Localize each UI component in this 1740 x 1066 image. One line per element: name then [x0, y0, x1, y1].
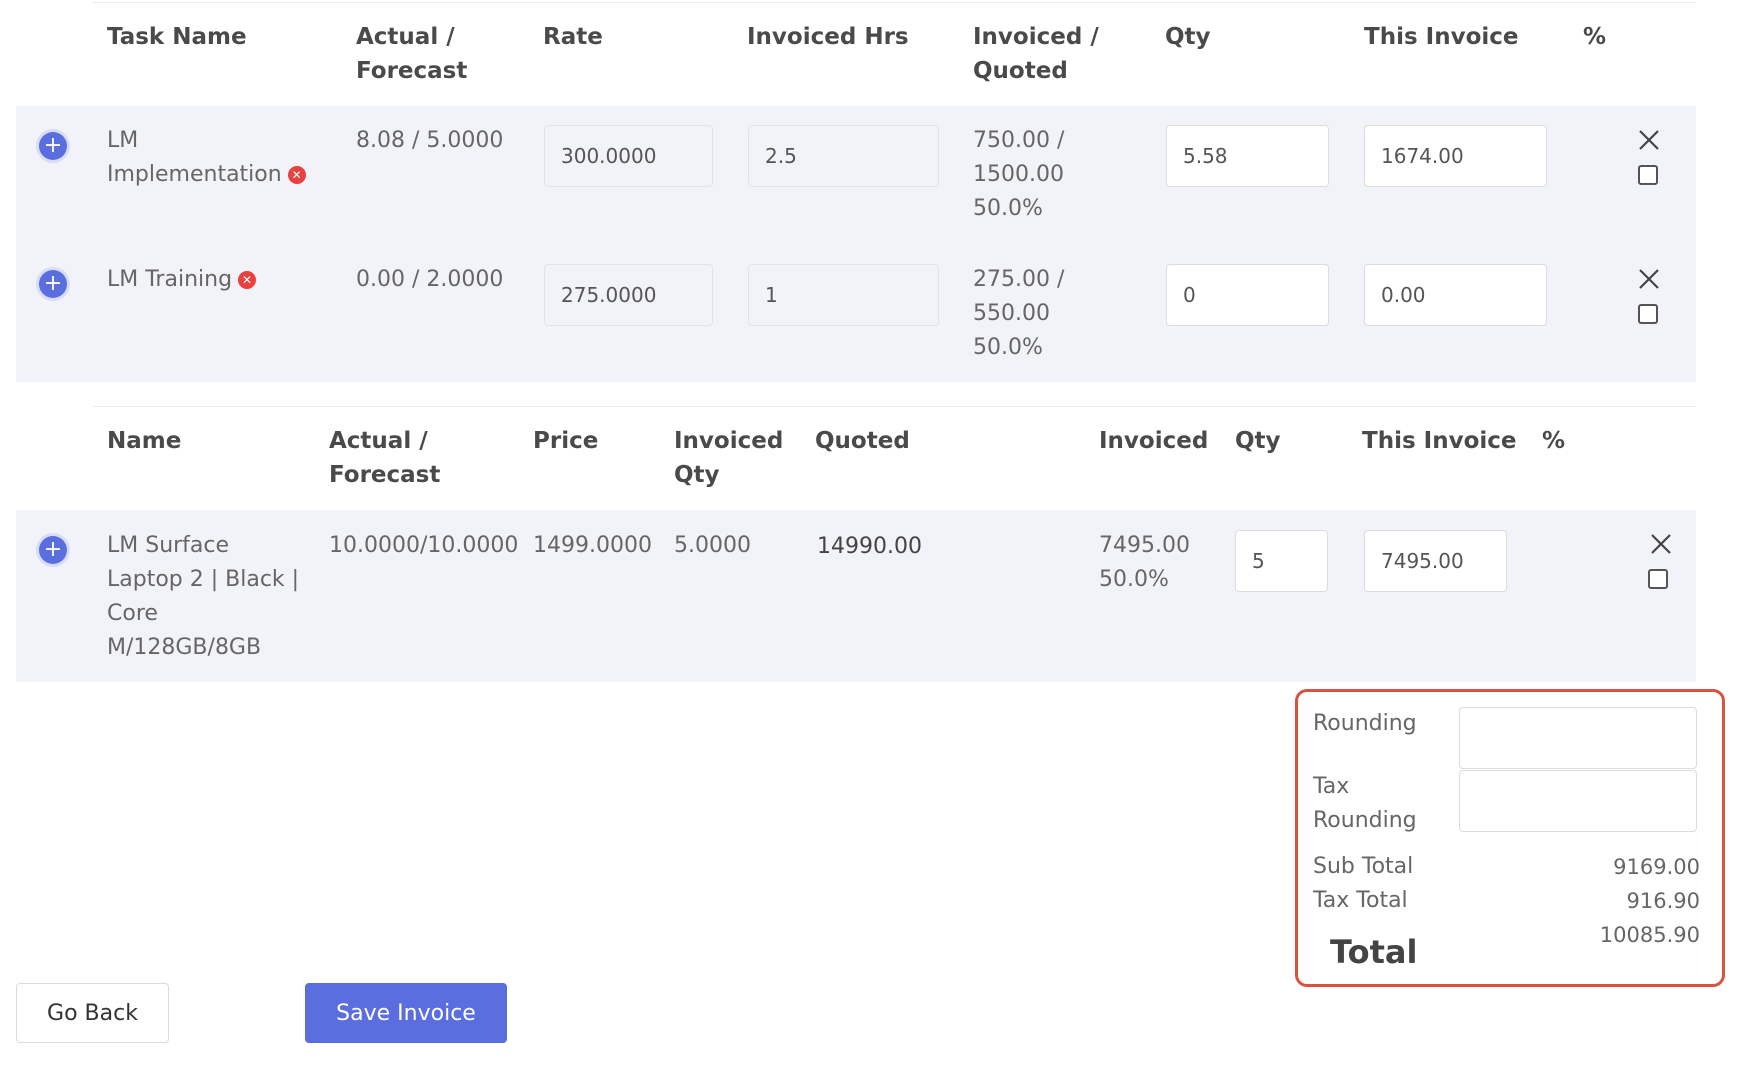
products-header-actual-forecast: Actual / Forecast: [329, 428, 441, 488]
total-label: Total: [1330, 933, 1418, 971]
invoiced-hrs-input[interactable]: [748, 125, 939, 187]
rounding-label: Rounding: [1313, 711, 1417, 736]
this-invoice-input[interactable]: [1364, 125, 1547, 187]
rate-input[interactable]: [544, 125, 713, 187]
expand-row-plus-icon[interactable]: +: [39, 270, 67, 298]
tasks-header-actual-forecast: Actual / Forecast: [356, 24, 468, 84]
this-invoice-input[interactable]: [1364, 530, 1507, 592]
task-name-text: LM Implementation: [107, 128, 282, 187]
total-value: 10085.90: [1599, 923, 1700, 947]
qty-input[interactable]: [1235, 530, 1328, 592]
error-icon: ✕: [287, 166, 306, 184]
rounding-input[interactable]: [1459, 707, 1697, 769]
products-header-this-invoice: This Invoice: [1362, 428, 1517, 454]
task-invoiced-quoted: 275.00 / 550.00 50.0%: [973, 267, 1065, 360]
products-table-top-border: [92, 406, 1696, 407]
remove-row-close-icon[interactable]: [1637, 267, 1661, 291]
tax-rounding-label: Tax Rounding: [1313, 774, 1417, 833]
expand-row-plus-icon[interactable]: +: [39, 536, 67, 564]
task-actual-forecast: 8.08 / 5.0000: [356, 128, 504, 153]
product-invoiced: 7495.00 50.0%: [1099, 533, 1190, 592]
totals-panel: Rounding Tax Rounding Sub Total 9169.00 …: [1295, 689, 1725, 987]
products-header-price: Price: [533, 428, 599, 454]
tasks-header-invoiced-hrs: Invoiced Hrs: [747, 24, 909, 50]
row-select-checkbox[interactable]: [1638, 165, 1658, 185]
task-name-text: LM Training: [107, 267, 233, 292]
task-name: LM Implementation ✕: [107, 124, 337, 192]
tasks-header-this-invoice: This Invoice: [1364, 24, 1519, 50]
products-header-invoiced: Invoiced: [1099, 428, 1209, 454]
tax-total-label: Tax Total: [1313, 888, 1408, 913]
go-back-button[interactable]: Go Back: [16, 983, 169, 1043]
row-select-checkbox[interactable]: [1648, 569, 1668, 589]
product-name: LM Surface Laptop 2 | Black | Core M/128…: [107, 533, 300, 660]
tasks-table-top-border: [92, 2, 1696, 3]
task-actual-forecast: 0.00 / 2.0000: [356, 267, 504, 292]
products-header-percent: %: [1542, 428, 1566, 454]
error-icon: ✕: [238, 271, 257, 289]
row-select-checkbox[interactable]: [1638, 304, 1658, 324]
tasks-header-percent: %: [1583, 24, 1607, 50]
products-header-qty: Qty: [1235, 428, 1281, 454]
tax-rounding-input[interactable]: [1459, 770, 1697, 832]
save-invoice-button[interactable]: Save Invoice: [305, 983, 507, 1043]
task-name: LM Training ✕: [107, 263, 337, 297]
product-quoted: 14990.00: [817, 534, 922, 559]
tasks-header-task-name: Task Name: [107, 24, 247, 50]
invoiced-hrs-input[interactable]: [748, 264, 939, 326]
products-header-quoted: Quoted: [815, 428, 910, 454]
tax-total-value: 916.90: [1626, 889, 1700, 913]
qty-input[interactable]: [1166, 125, 1329, 187]
tasks-header-qty: Qty: [1165, 24, 1211, 50]
qty-input[interactable]: [1166, 264, 1329, 326]
expand-row-plus-icon[interactable]: +: [39, 132, 67, 160]
sub-total-value: 9169.00: [1613, 855, 1700, 879]
rate-input[interactable]: [544, 264, 713, 326]
remove-row-close-icon[interactable]: [1637, 128, 1661, 152]
product-price: 1499.0000: [533, 533, 652, 558]
products-header-name: Name: [107, 428, 182, 454]
this-invoice-input[interactable]: [1364, 264, 1547, 326]
product-actual-forecast: 10.0000/10.0000: [329, 533, 519, 558]
tasks-header-invoiced-quoted: Invoiced / Quoted: [973, 24, 1099, 84]
product-invoiced-qty: 5.0000: [674, 533, 751, 558]
task-invoiced-quoted: 750.00 / 1500.00 50.0%: [973, 128, 1065, 221]
products-header-invoiced-qty: Invoiced Qty: [674, 428, 784, 488]
sub-total-label: Sub Total: [1313, 854, 1414, 879]
tasks-header-rate: Rate: [543, 24, 603, 50]
remove-row-close-icon[interactable]: [1649, 532, 1673, 556]
